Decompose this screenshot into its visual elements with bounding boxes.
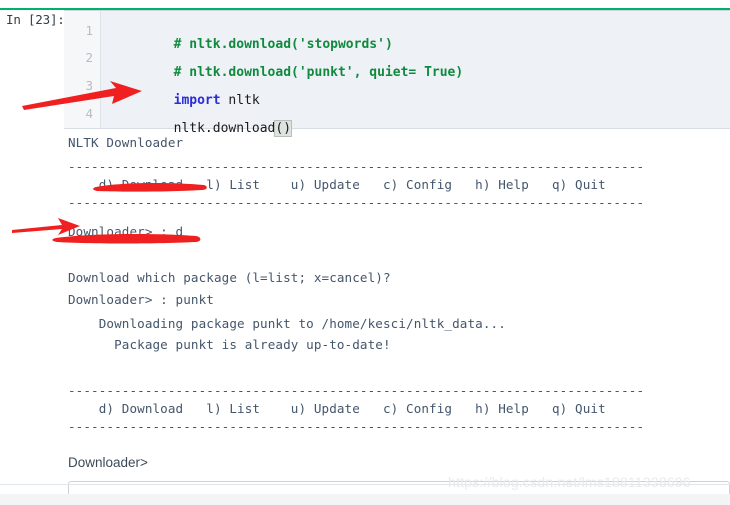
output-uptodate: Package punkt is already up-to-date! xyxy=(68,337,391,352)
line-number: 4 xyxy=(85,106,93,121)
call-token: nltk.download xyxy=(173,121,276,136)
matching-bracket-highlight: () xyxy=(274,120,293,137)
cell-execution-prompt: In [23]: xyxy=(6,12,65,27)
text-cursor xyxy=(291,121,293,135)
output-title: NLTK Downloader xyxy=(68,135,184,150)
output-separator-2: ----------------------------------------… xyxy=(68,195,645,210)
output-downloading: Downloading package punkt to /home/kesci… xyxy=(68,316,506,331)
notebook-code-cell[interactable]: In [23]: 1 2 3 4 # nltk.download('stopwo… xyxy=(0,0,730,137)
output-menu-2: d) Download l) List u) Update c) Config … xyxy=(68,401,606,416)
footer-strip xyxy=(0,494,730,505)
output-prompt-2: Downloader> : punkt xyxy=(68,292,214,307)
output-question: Download which package (l=list; x=cancel… xyxy=(68,270,391,285)
output-separator-3: ----------------------------------------… xyxy=(68,383,645,398)
line-number: 1 xyxy=(85,23,93,38)
line-number: 2 xyxy=(85,50,93,65)
downloader-prompt-label: Downloader> xyxy=(68,455,148,470)
output-prompt-1: Downloader> : d xyxy=(68,224,184,239)
footer-divider xyxy=(0,484,730,485)
output-separator-1: ----------------------------------------… xyxy=(68,159,645,174)
line-number: 3 xyxy=(85,78,93,93)
watermark-text: https://blog.csdn.net/lms18811338696 xyxy=(448,474,691,490)
output-separator-4: ----------------------------------------… xyxy=(68,419,645,434)
line-number-gutter: 1 2 3 4 xyxy=(64,11,101,128)
output-menu-1: d) Download l) List u) Update c) Config … xyxy=(68,177,606,192)
code-editor[interactable]: 1 2 3 4 # nltk.download('stopwords') # n… xyxy=(64,10,730,137)
